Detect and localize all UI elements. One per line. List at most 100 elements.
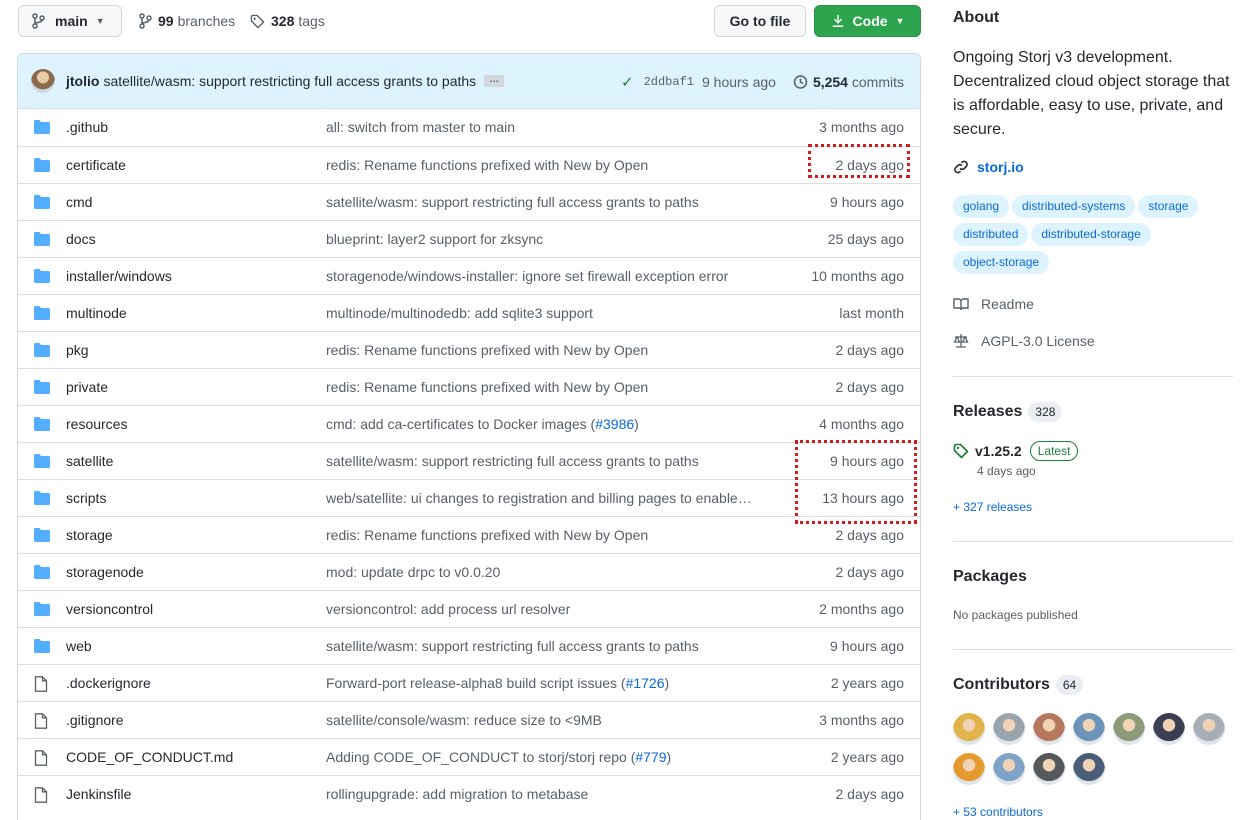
commit-message-text[interactable]: rollingupgrade: add migration to metabas… — [326, 786, 588, 802]
contributor-avatar[interactable] — [993, 713, 1025, 745]
file-name[interactable]: storage — [66, 517, 113, 553]
file-row[interactable]: .dockerignore Forward-port release-alpha8… — [18, 664, 920, 701]
commit-age[interactable]: 2 years ago — [831, 739, 904, 775]
more-contributors-link[interactable]: + 53 contributors — [953, 805, 1043, 819]
file-name[interactable]: certificate — [66, 147, 126, 183]
pull-request-link[interactable]: #779 — [635, 749, 666, 765]
file-row[interactable]: docs blueprint: layer2 support for zksync… — [18, 220, 920, 257]
topic-tag[interactable]: distributed — [953, 223, 1029, 246]
commit-message-text[interactable]: storagenode/windows-installer: ignore se… — [326, 268, 728, 284]
file-row[interactable]: .github all: switch from master to main 3 … — [18, 109, 920, 146]
commit-age[interactable]: 9 hours ago — [830, 184, 904, 220]
topic-tag[interactable]: object-storage — [953, 251, 1050, 274]
file-row[interactable]: cmd satellite/wasm: support restricting f… — [18, 183, 920, 220]
file-row[interactable]: storage redis: Rename functions prefixed … — [18, 516, 920, 553]
file-name[interactable]: satellite — [66, 443, 113, 479]
commit-age[interactable]: 9 hours ago — [830, 628, 904, 664]
file-row[interactable]: web satellite/wasm: support restricting f… — [18, 627, 920, 664]
commit-message-text[interactable]: multinode/multinodedb: add sqlite3 suppo… — [326, 305, 593, 321]
file-name[interactable]: resources — [66, 406, 127, 442]
commit-age[interactable]: 2 days ago — [836, 369, 905, 405]
file-name[interactable]: installer/windows — [66, 258, 172, 294]
file-name[interactable]: Jenkinsfile — [66, 776, 131, 812]
file-row[interactable]: installer/windows storagenode/windows-ins… — [18, 257, 920, 294]
license-link[interactable]: AGPL-3.0 License — [953, 333, 1095, 349]
commit-age[interactable]: 2 days ago — [836, 554, 905, 590]
tags-link[interactable]: 328 tags — [250, 5, 325, 37]
pull-request-link[interactable]: #3986 — [595, 416, 634, 432]
file-row[interactable]: Jenkinsfile rollingupgrade: add migration… — [18, 775, 920, 812]
contributor-avatar[interactable] — [1193, 713, 1225, 745]
commit-message-text[interactable]: redis: Rename functions prefixed with Ne… — [326, 342, 648, 358]
commit-message-text[interactable]: Forward-port release-alpha8 build script… — [326, 675, 626, 691]
file-row[interactable]: resources cmd: add ca-certificates to Doc… — [18, 405, 920, 442]
commit-message-text[interactable]: redis: Rename functions prefixed with Ne… — [326, 157, 648, 173]
file-name[interactable]: docs — [66, 221, 96, 257]
readme-link[interactable]: Readme — [953, 296, 1034, 312]
commit-time[interactable]: 9 hours ago — [702, 74, 776, 90]
commit-message-text[interactable]: satellite/wasm: support restricting full… — [326, 194, 699, 210]
file-name[interactable]: storagenode — [66, 554, 144, 590]
contributor-avatar[interactable] — [1033, 713, 1065, 745]
commit-age[interactable]: last month — [839, 295, 904, 331]
commit-message[interactable]: satellite/wasm: support restricting full… — [103, 73, 476, 89]
pull-request-link[interactable]: #1726 — [626, 675, 665, 691]
commit-message-text[interactable]: blueprint: layer2 support for zksync — [326, 231, 543, 247]
commit-message-text[interactable]: mod: update drpc to v0.0.20 — [326, 564, 500, 580]
commit-age[interactable]: 10 months ago — [811, 258, 904, 294]
file-row[interactable]: pkg redis: Rename functions prefixed with… — [18, 331, 920, 368]
website-link[interactable]: storj.io — [953, 159, 1024, 175]
file-name[interactable]: versioncontrol — [66, 591, 153, 627]
topic-tag[interactable]: distributed-storage — [1031, 223, 1151, 246]
commit-age[interactable]: 2 days ago — [836, 332, 905, 368]
commit-message-text[interactable]: satellite/wasm: support restricting full… — [326, 638, 699, 654]
file-row[interactable]: CODE_OF_CONDUCT.md Adding CODE_OF_CONDUCT… — [18, 738, 920, 775]
file-name[interactable]: .gitignore — [66, 702, 124, 738]
file-name[interactable]: scripts — [66, 480, 106, 516]
commit-age[interactable]: 25 days ago — [828, 221, 904, 257]
topic-tag[interactable]: distributed-systems — [1012, 195, 1136, 218]
file-name[interactable]: pkg — [66, 332, 89, 368]
file-row[interactable]: multinode multinode/multinodedb: add sqli… — [18, 294, 920, 331]
expand-commit-button[interactable]: … — [484, 75, 505, 87]
commit-message-text[interactable]: Adding CODE_OF_CONDUCT to storj/storj re… — [326, 749, 635, 765]
file-name[interactable]: .dockerignore — [66, 665, 151, 701]
commit-sha[interactable]: 2ddbaf1 — [644, 75, 694, 89]
go-to-file-button[interactable]: Go to file — [714, 5, 806, 37]
commit-message-text[interactable]: cmd: add ca-certificates to Docker image… — [326, 416, 595, 432]
contributor-avatar[interactable] — [1153, 713, 1185, 745]
contributors-title[interactable]: Contributors 64 — [953, 675, 1084, 695]
commit-age[interactable]: 3 months ago — [819, 702, 904, 738]
commit-message-text[interactable]: all: switch from master to main — [326, 119, 515, 135]
commit-age[interactable]: 2 months ago — [819, 591, 904, 627]
contributor-avatar[interactable] — [1113, 713, 1145, 745]
check-icon[interactable]: ✓ — [621, 73, 634, 91]
commit-message-text[interactable]: web/satellite: ui changes to registratio… — [326, 490, 752, 506]
topic-tag[interactable]: storage — [1138, 195, 1199, 218]
file-name[interactable]: cmd — [66, 184, 92, 220]
releases-title[interactable]: Releases 328 — [953, 402, 1063, 422]
file-row[interactable]: certificate redis: Rename functions prefi… — [18, 146, 920, 183]
file-name[interactable]: multinode — [66, 295, 127, 331]
file-name[interactable]: CODE_OF_CONDUCT.md — [66, 739, 233, 775]
file-row[interactable]: versioncontrol versioncontrol: add proces… — [18, 590, 920, 627]
commit-age[interactable]: 3 months ago — [819, 109, 904, 145]
contributor-avatar[interactable] — [1033, 753, 1065, 785]
contributor-avatar[interactable] — [953, 713, 985, 745]
contributor-avatar[interactable] — [953, 753, 985, 785]
file-name[interactable]: private — [66, 369, 108, 405]
commit-message-text[interactable]: redis: Rename functions prefixed with Ne… — [326, 527, 648, 543]
file-row[interactable]: private redis: Rename functions prefixed … — [18, 368, 920, 405]
commit-age[interactable]: 4 months ago — [819, 406, 904, 442]
commit-age[interactable]: 2 days ago — [836, 776, 905, 812]
avatar[interactable] — [31, 69, 55, 93]
contributor-avatar[interactable] — [1073, 753, 1105, 785]
file-row[interactable]: storagenode mod: update drpc to v0.0.20 2 … — [18, 553, 920, 590]
commit-message-text[interactable]: satellite/console/wasm: reduce size to <… — [326, 712, 602, 728]
more-releases-link[interactable]: + 327 releases — [953, 500, 1032, 514]
code-button[interactable]: Code ▼ — [814, 5, 921, 37]
file-row[interactable]: scripts web/satellite: ui changes to regi… — [18, 479, 920, 516]
commit-message-text[interactable]: satellite/wasm: support restricting full… — [326, 453, 699, 469]
file-name[interactable]: .github — [66, 109, 108, 145]
branch-select-button[interactable]: main ▼ — [18, 5, 122, 37]
